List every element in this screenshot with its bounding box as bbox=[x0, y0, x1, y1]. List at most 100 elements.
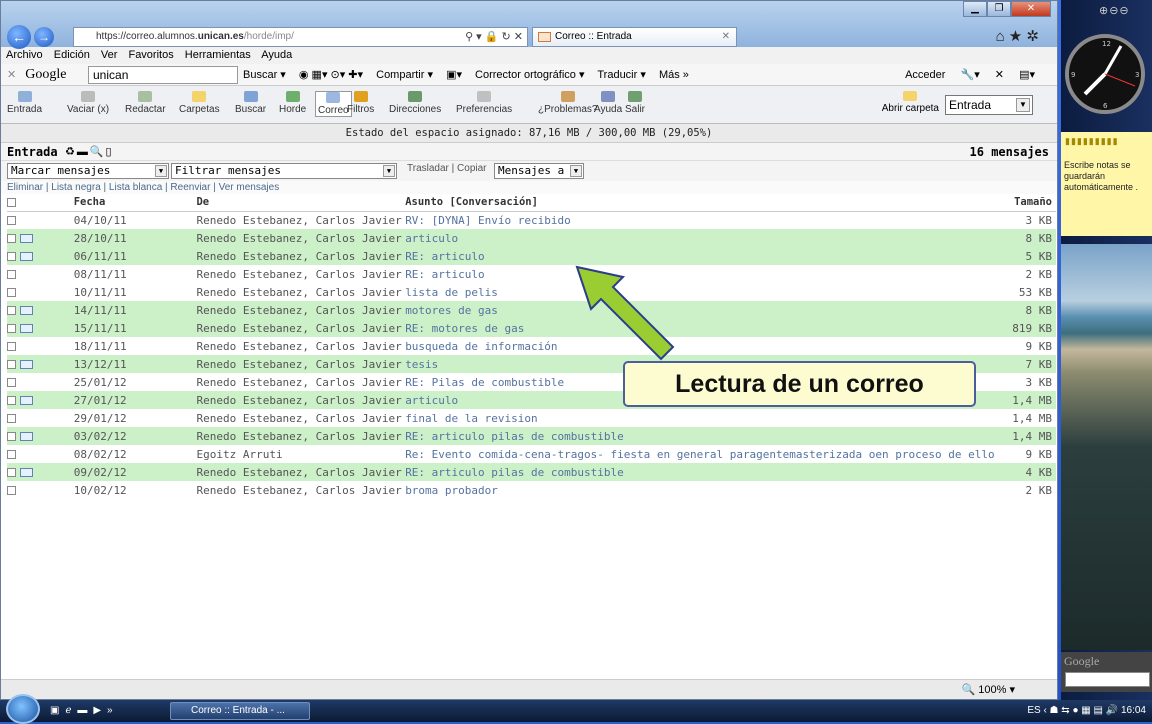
horde-button-redactar[interactable]: Redactar bbox=[125, 91, 166, 115]
home-icon[interactable]: ⌂ bbox=[996, 28, 1005, 45]
wrench-icon[interactable]: 🔧▾ bbox=[961, 69, 980, 81]
table-row[interactable]: 10/11/11 Renedo Estebanez, Carlos Javier l… bbox=[7, 283, 1056, 301]
row-checkbox[interactable] bbox=[7, 324, 16, 333]
horde-button-problemas[interactable]: ¿Problemas? bbox=[538, 91, 597, 115]
horde-button-direcciones[interactable]: Direcciones bbox=[389, 91, 441, 115]
addon-icon[interactable]: ▤▾ bbox=[1019, 69, 1035, 81]
horde-button-ayuda[interactable]: Ayuda bbox=[594, 91, 622, 115]
table-row[interactable]: 08/02/12 Egoitz Arruti Re: Evento comida-c… bbox=[7, 445, 1056, 463]
table-row[interactable]: 29/01/12 Renedo Estebanez, Carlos Javier f… bbox=[7, 409, 1056, 427]
asunto-cell[interactable]: Re: Evento comida-cena-tragos- fiesta en… bbox=[405, 445, 995, 463]
favorites-star-icon[interactable]: ★ bbox=[1009, 28, 1022, 45]
horde-button-vaciar[interactable]: Vaciar (x) bbox=[67, 91, 109, 115]
table-row[interactable]: 15/11/11 Renedo Estebanez, Carlos Javier R… bbox=[7, 319, 1056, 337]
menu-archivo[interactable]: Archivo bbox=[6, 49, 43, 61]
close-tab-icon[interactable]: ✕ bbox=[722, 28, 730, 46]
asunto-cell[interactable]: RE: articulo bbox=[405, 265, 995, 283]
folder-action-icons[interactable]: ♻▬🔍▯ bbox=[65, 145, 114, 158]
minimize-button[interactable]: ▁ bbox=[963, 1, 987, 17]
row-checkbox[interactable] bbox=[7, 396, 16, 405]
menu-herramientas[interactable]: Herramientas bbox=[185, 49, 251, 61]
asunto-cell[interactable]: broma probador bbox=[405, 481, 995, 499]
address-controls[interactable]: ⚲ ▾ 🔒 ↻ ✕ bbox=[465, 28, 523, 46]
google-search-input[interactable] bbox=[88, 66, 238, 84]
menu-ayuda[interactable]: Ayuda bbox=[261, 49, 292, 61]
trasladar-link[interactable]: Trasladar bbox=[407, 163, 449, 174]
row-checkbox[interactable] bbox=[7, 432, 16, 441]
traducir-button[interactable]: Traducir ▾ bbox=[597, 69, 646, 81]
row-checkbox[interactable] bbox=[7, 486, 16, 495]
menu-favoritos[interactable]: Favoritos bbox=[128, 49, 173, 61]
translate-misc-icon[interactable]: ▣▾ bbox=[446, 69, 462, 81]
forward-button[interactable]: → bbox=[34, 27, 54, 47]
select-all-header[interactable] bbox=[7, 194, 74, 212]
column-tamano[interactable]: Tamaño bbox=[994, 194, 1056, 212]
google-gadget-input[interactable] bbox=[1065, 672, 1150, 687]
select-all-checkbox[interactable] bbox=[7, 197, 16, 207]
copiar-link[interactable]: Copiar bbox=[457, 163, 486, 174]
asunto-cell[interactable]: RE: articulo pilas de combustible bbox=[405, 427, 995, 445]
mensajes-a-select[interactable]: Mensajes a ▼ bbox=[494, 163, 584, 179]
table-row[interactable]: 03/02/12 Renedo Estebanez, Carlos Javier R… bbox=[7, 427, 1056, 445]
quick-launch[interactable]: ▣ℯ▬▶» bbox=[50, 700, 119, 722]
row-checkbox[interactable] bbox=[7, 234, 16, 243]
message-links[interactable]: Eliminar | Lista negra | Lista blanca | … bbox=[1, 181, 1057, 194]
asunto-cell[interactable]: lista de pelis bbox=[405, 283, 995, 301]
row-checkbox[interactable] bbox=[7, 306, 16, 315]
close-window-button[interactable]: ✕ bbox=[1011, 1, 1051, 17]
gear-icon[interactable]: ✲ bbox=[1026, 28, 1039, 45]
acceder-button[interactable]: Acceder bbox=[905, 69, 945, 81]
horde-button-filtros[interactable]: Filtros bbox=[347, 91, 374, 115]
row-checkbox[interactable] bbox=[7, 468, 16, 477]
row-checkbox[interactable] bbox=[7, 414, 16, 423]
table-row[interactable]: 14/11/11 Renedo Estebanez, Carlos Javier m… bbox=[7, 301, 1056, 319]
filtrar-mensajes-select[interactable]: Filtrar mensajes ▼ bbox=[171, 163, 397, 179]
horde-button-entrada[interactable]: Entrada bbox=[7, 91, 42, 115]
column-fecha[interactable]: Fecha bbox=[73, 194, 197, 212]
mas-button[interactable]: Más » bbox=[659, 69, 689, 81]
zoom-level[interactable]: 🔍 100% ▾ bbox=[962, 680, 1015, 700]
row-checkbox[interactable] bbox=[7, 270, 16, 279]
asunto-cell[interactable]: RV: [DYNA] Envío recibido bbox=[405, 211, 995, 229]
asunto-cell[interactable]: RE: motores de gas bbox=[405, 319, 995, 337]
buscar-button[interactable]: Buscar ▾ bbox=[243, 69, 286, 81]
table-row[interactable]: 09/02/12 Renedo Estebanez, Carlos Javier R… bbox=[7, 463, 1056, 481]
start-button[interactable] bbox=[6, 694, 40, 724]
horde-button-salir[interactable]: Salir bbox=[625, 91, 645, 115]
table-row[interactable]: 08/11/11 Renedo Estebanez, Carlos Javier R… bbox=[7, 265, 1056, 283]
close-icon[interactable]: ✕ bbox=[995, 69, 1004, 81]
asunto-cell[interactable]: final de la revision bbox=[405, 409, 995, 427]
table-row[interactable]: 04/10/11 Renedo Estebanez, Carlos Javier R… bbox=[7, 211, 1056, 229]
column-de[interactable]: De bbox=[196, 194, 406, 212]
row-checkbox[interactable] bbox=[7, 378, 16, 387]
toolbar-misc-icons[interactable]: ◉ ▦▾ ⊙▾ ✚▾ bbox=[299, 69, 363, 81]
back-button[interactable]: ← bbox=[7, 25, 31, 49]
sidebar-controls[interactable]: ⊕⊖⊖ bbox=[1099, 4, 1130, 17]
table-row[interactable]: 10/02/12 Renedo Estebanez, Carlos Javier b… bbox=[7, 481, 1056, 499]
abrir-carpeta-button[interactable]: Abrir carpeta bbox=[882, 91, 939, 114]
menu-edicion[interactable]: Edición bbox=[54, 49, 90, 61]
maximize-button[interactable]: ❐ bbox=[987, 1, 1011, 17]
horde-button-carpetas[interactable]: Carpetas bbox=[179, 91, 220, 115]
asunto-cell[interactable]: RE: articulo pilas de combustible bbox=[405, 463, 995, 481]
asunto-cell[interactable]: motores de gas bbox=[405, 301, 995, 319]
marcar-mensajes-select[interactable]: Marcar mensajes ▼ bbox=[7, 163, 169, 179]
asunto-cell[interactable]: RE: articulo bbox=[405, 247, 995, 265]
address-bar[interactable]: https://correo.alumnos.unican.es/horde/i… bbox=[73, 27, 528, 47]
horde-button-horde[interactable]: Horde bbox=[279, 91, 306, 115]
notes-gadget[interactable]: ▮▮▮▮▮▮▮▮▮ Escribe notas se guardarán aut… bbox=[1061, 132, 1152, 236]
folder-select[interactable]: Entrada ▼ bbox=[945, 95, 1033, 115]
tray-icons[interactable]: ‹ ☗ ⇆ ● ▦ ▤ 🔊 bbox=[1043, 705, 1121, 716]
table-row[interactable]: 06/11/11 Renedo Estebanez, Carlos Javier R… bbox=[7, 247, 1056, 265]
table-row[interactable]: 18/11/11 Renedo Estebanez, Carlos Javier b… bbox=[7, 337, 1056, 355]
row-checkbox[interactable] bbox=[7, 450, 16, 459]
horde-button-preferencias[interactable]: Preferencias bbox=[456, 91, 512, 115]
close-toolbar-icon[interactable]: ✕ bbox=[7, 69, 16, 81]
row-checkbox[interactable] bbox=[7, 216, 16, 226]
language-indicator[interactable]: ES bbox=[1027, 705, 1040, 716]
row-checkbox[interactable] bbox=[7, 288, 16, 297]
asunto-cell[interactable]: articulo bbox=[405, 229, 995, 247]
asunto-cell[interactable]: busqueda de información bbox=[405, 337, 995, 355]
taskbar-item-correo[interactable]: Correo :: Entrada - ... bbox=[170, 702, 310, 720]
menu-ver[interactable]: Ver bbox=[101, 49, 118, 61]
